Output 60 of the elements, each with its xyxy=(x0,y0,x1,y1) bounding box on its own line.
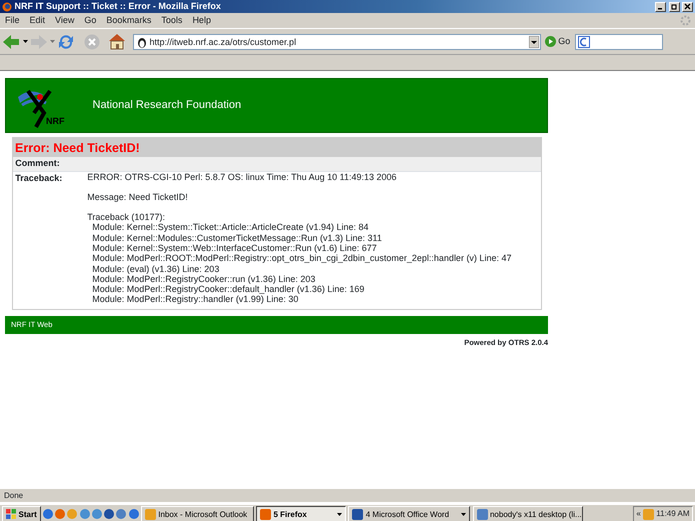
status-text: Done xyxy=(0,488,695,502)
restore-button[interactable] xyxy=(668,2,680,12)
app-icon xyxy=(144,508,156,520)
menu-item[interactable]: Go xyxy=(79,13,102,28)
taskbar-button[interactable]: nobody's x11 desktop (li... xyxy=(472,506,583,521)
search-engine-icon xyxy=(578,36,590,48)
window-title: NRF IT Support :: Ticket :: Error - Mozilla Firefox xyxy=(14,0,222,13)
clock-text: 11:49 AM xyxy=(656,508,690,520)
traceback-heading: Traceback (10177): xyxy=(87,212,166,222)
field-label: Comment: xyxy=(15,157,61,170)
tray-expand-button[interactable]: « xyxy=(636,508,641,520)
organization-name: National Research Foundation xyxy=(92,98,242,114)
taskbar-button[interactable]: Inbox - Microsoft Outlook xyxy=(140,506,254,521)
tray-icon xyxy=(643,508,654,520)
traceback-line: Module: Kernel::System::Web::InterfaceCustomer::Run (v1.6) Line: 677 xyxy=(91,242,378,254)
traceback-line: Module: ModPerl::Registry::handler (v1.99) Line: 30 xyxy=(91,294,300,305)
menu-item[interactable]: Bookmarks xyxy=(101,13,156,28)
quick-launch-icon[interactable] xyxy=(92,509,102,519)
menu-item[interactable]: Help xyxy=(187,13,216,28)
home-icon[interactable] xyxy=(108,33,126,50)
minimize-button[interactable] xyxy=(655,2,666,12)
quick-launch-icon[interactable] xyxy=(128,509,139,519)
menu-item[interactable]: File xyxy=(0,13,25,28)
windows-flag-icon xyxy=(6,509,16,519)
menu-item[interactable]: View xyxy=(50,13,80,28)
go-button[interactable]: Go xyxy=(545,34,570,48)
quick-launch-icon[interactable] xyxy=(80,509,90,519)
close-button[interactable] xyxy=(682,2,693,12)
quick-launch-icon[interactable] xyxy=(42,509,53,519)
search-field[interactable] xyxy=(574,34,663,50)
menu-item[interactable]: Tools xyxy=(156,13,188,28)
taskbar-button[interactable]: 5 Firefox xyxy=(256,506,346,521)
dropdown-arrow-icon[interactable] xyxy=(528,36,538,48)
traceback-line: Module: (eval) (v1.36) Line: 203 xyxy=(91,264,220,274)
address-bar[interactable]: http://itweb.nrf.ac.za/otrs/customer.pl xyxy=(132,34,540,50)
dropdown-caret-icon[interactable] xyxy=(22,40,28,43)
stop-icon[interactable] xyxy=(84,34,100,50)
throbber-icon xyxy=(680,15,691,26)
quick-launch-icon[interactable] xyxy=(55,509,66,519)
quick-launch-icon[interactable] xyxy=(116,509,126,519)
restore-icon xyxy=(670,2,678,10)
traceback-line: Module: ModPerl::RegistryCooker::default_handler (v1.36) Line: 169 xyxy=(91,284,366,294)
app-icon xyxy=(476,508,488,520)
traceback-line: Module: ModPerl::RegistryCooker::run (v1.36) Line: 203 xyxy=(91,274,316,284)
traceback-line: Module: Kernel::Modules::CustomerTicketMessage::Run (v1.3) Line: 311 xyxy=(91,232,383,243)
app-icon xyxy=(260,508,272,520)
traceback-line: Module: ModPerl::ROOT::ModPerl::Registry::opt_otrs_bin_cgi_2dbin_customer_2epl::handler (v) Line: 47 xyxy=(91,253,512,264)
start-button[interactable]: Start xyxy=(2,506,41,521)
error-heading: Error: Need TicketID! xyxy=(13,138,541,157)
error-line: ERROR: OTRS-CGI-10 Perl: 5.8.7 OS: linux Time: Thu Aug 10 11:49:13 2006 xyxy=(87,172,398,182)
taskbar-button[interactable]: 4 Microsoft Office Word xyxy=(348,506,470,521)
traceback-line: Module: Kernel::System::Ticket::Article::ArticleCreate (v1.94) Line: 84 xyxy=(91,222,370,233)
app-icon xyxy=(352,508,364,520)
menu-item[interactable]: Edit xyxy=(24,13,50,28)
logo-text: NRF xyxy=(46,115,64,128)
error-message: Message: Need TicketID! xyxy=(87,192,189,202)
quick-launch-icon[interactable] xyxy=(104,509,114,519)
close-icon xyxy=(684,2,691,10)
reload-icon[interactable] xyxy=(57,32,76,50)
field-label: Traceback: xyxy=(15,172,64,184)
